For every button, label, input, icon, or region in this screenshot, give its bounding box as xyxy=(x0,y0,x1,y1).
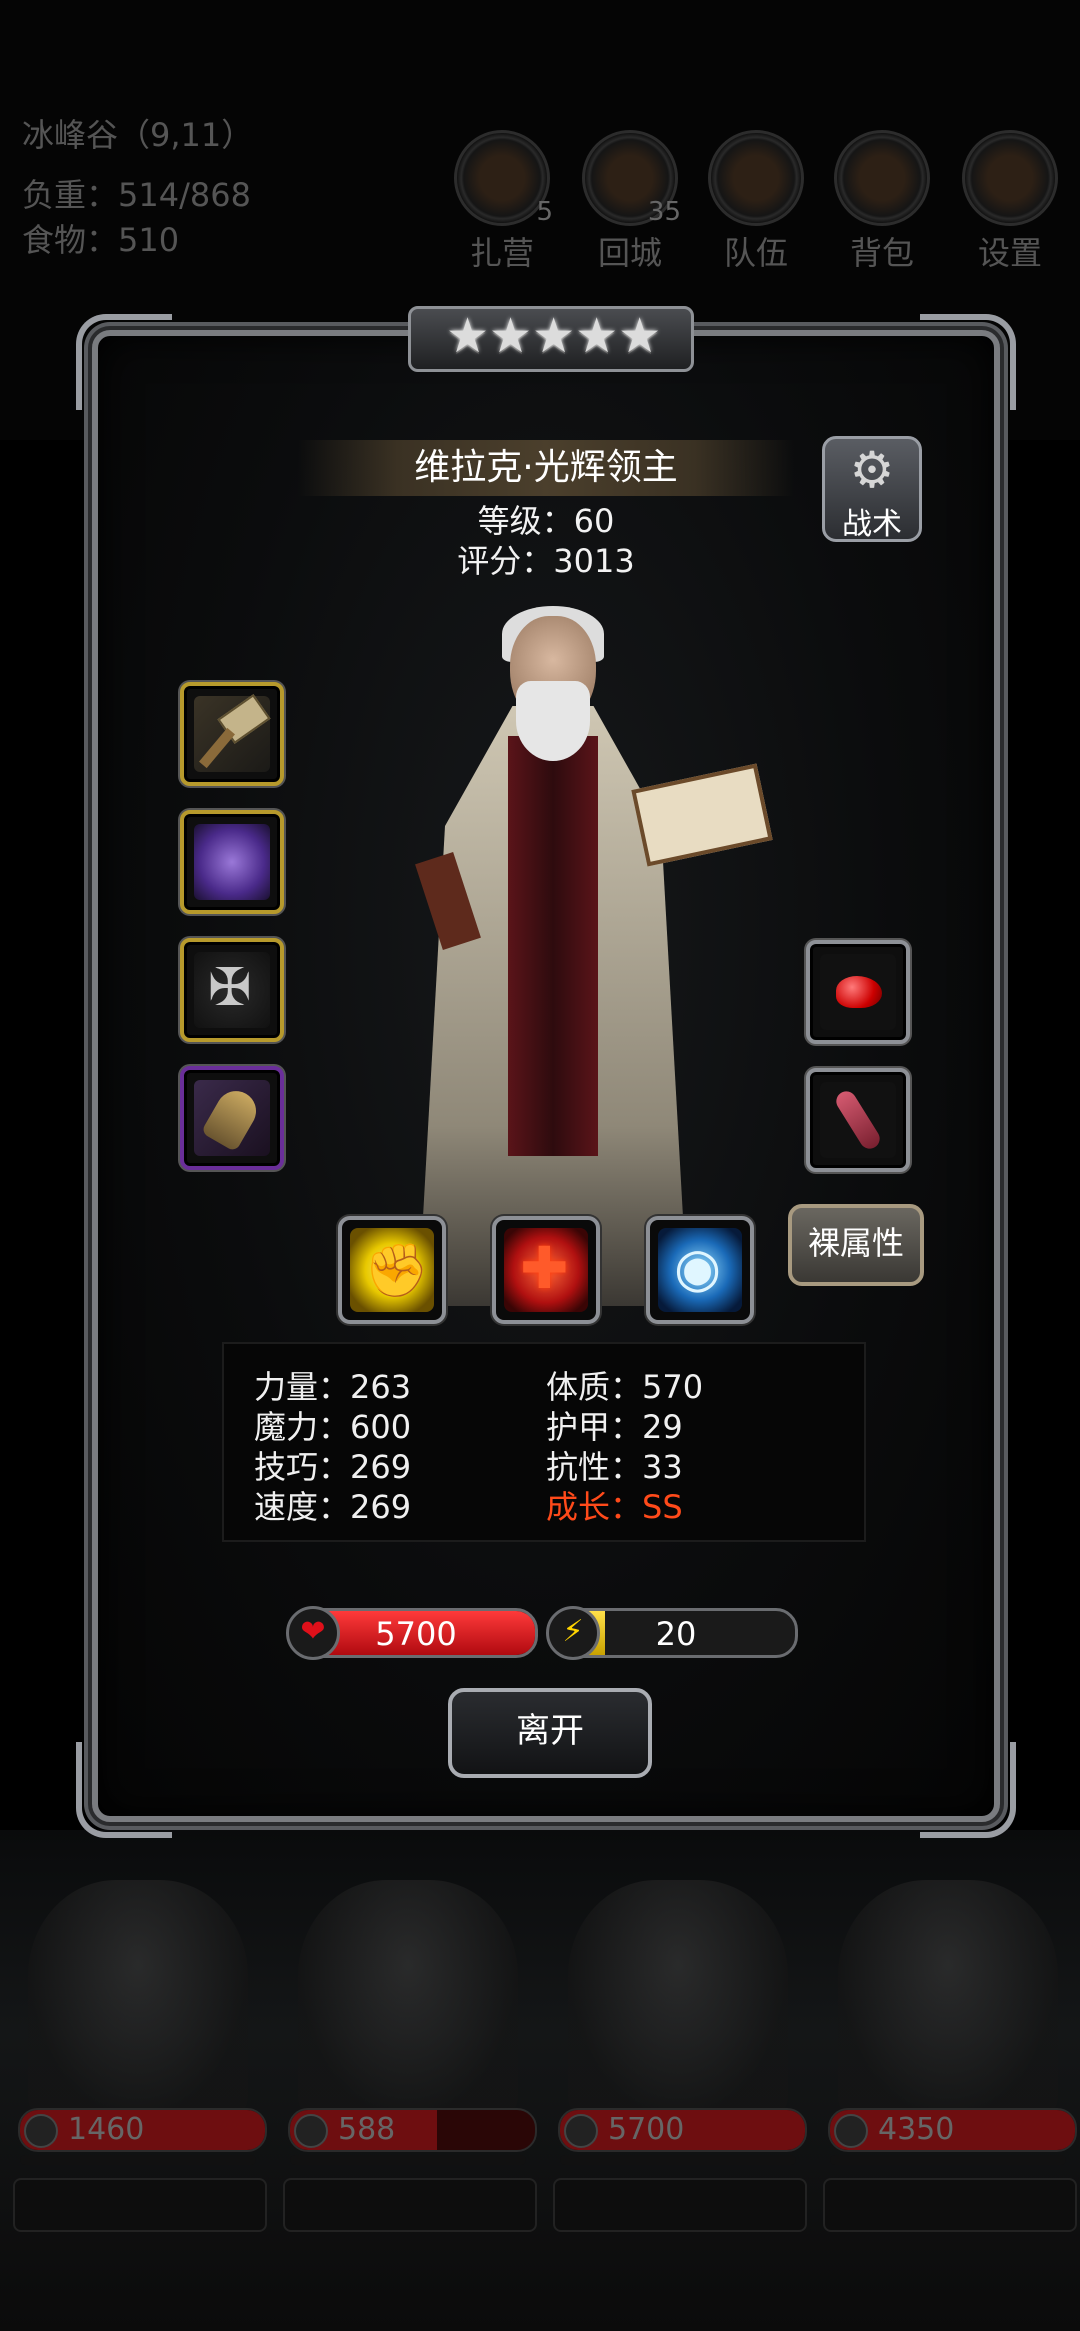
hero-book xyxy=(631,763,773,867)
tactics-button[interactable]: ⚙ 战术 xyxy=(822,436,922,542)
location-text: 冰峰谷（9,11） xyxy=(22,116,254,154)
member-portrait xyxy=(298,1880,518,2120)
member-hp-value: 4350 xyxy=(878,2112,955,2147)
raw-attributes-button[interactable]: 裸属性 xyxy=(788,1204,924,1286)
sword-icon xyxy=(294,2114,328,2148)
settings-label: 设置 xyxy=(977,234,1042,272)
frame-corner xyxy=(76,314,172,410)
member-name-bar xyxy=(283,2178,537,2232)
camp-button[interactable]: 5 扎营 xyxy=(452,130,553,274)
frame-corner xyxy=(920,314,1016,410)
stat-growth: 成长：SS xyxy=(546,1488,683,1526)
gear-icon xyxy=(962,130,1058,226)
skill-slot-3[interactable] xyxy=(646,1216,754,1324)
leave-button[interactable]: 离开 xyxy=(448,1688,652,1778)
member-hp-value: 5700 xyxy=(608,2112,685,2147)
fist-skill-icon xyxy=(350,1228,434,1312)
team-member[interactable]: 1460 xyxy=(8,1880,268,2300)
frame-corner xyxy=(76,1742,172,1838)
chest-armor-icon xyxy=(194,824,270,900)
backpack-button[interactable]: 背包 xyxy=(832,130,932,274)
member-sub-bar xyxy=(20,2155,256,2165)
return-badge: 35 xyxy=(647,197,681,227)
load-text: 负重：514/868 xyxy=(22,176,251,214)
team-button[interactable]: 队伍 xyxy=(706,130,806,274)
equip-slot-gloves[interactable] xyxy=(180,1066,284,1170)
camp-badge: 5 xyxy=(536,197,553,227)
gear-icon: ⚙ xyxy=(849,441,895,499)
member-sub-bar xyxy=(560,2155,796,2165)
member-hp-bar: 588 xyxy=(288,2108,537,2152)
food-text: 食物：510 xyxy=(22,221,180,259)
stats-panel: 力量：263 魔力：600 技巧：269 速度：269 体质：570 护甲：29… xyxy=(222,1342,866,1542)
team-member[interactable]: 588 xyxy=(278,1880,538,2300)
member-name-bar xyxy=(823,2178,1077,2232)
member-hp-bar: 4350 xyxy=(828,2108,1077,2152)
sword-icon xyxy=(564,2114,598,2148)
member-hp-value: 588 xyxy=(338,2112,396,2147)
team-member[interactable]: 5700 xyxy=(548,1880,808,2300)
frame-corner xyxy=(920,1742,1016,1838)
skill-slot-2[interactable] xyxy=(492,1216,600,1324)
warhammer-icon xyxy=(194,696,270,772)
campfire-icon: 5 xyxy=(454,130,553,227)
equip-slot-armor[interactable] xyxy=(180,810,284,914)
stat-speed: 速度：269 xyxy=(254,1488,412,1526)
return-town-button[interactable]: 35 回城 xyxy=(580,130,681,274)
skill-slot-1[interactable] xyxy=(338,1216,446,1324)
tactics-label: 战术 xyxy=(842,507,902,542)
member-portrait xyxy=(28,1880,248,2120)
heal-cross-skill-icon xyxy=(504,1228,588,1312)
member-name-bar xyxy=(13,2178,267,2232)
heart-icon: ❤ xyxy=(286,1606,340,1660)
camp-label: 扎营 xyxy=(469,234,534,272)
member-name-bar xyxy=(553,2178,807,2232)
member-portrait xyxy=(838,1880,1058,2120)
cross-amulet-icon xyxy=(194,952,270,1028)
lightning-icon: ⚡ xyxy=(546,1606,600,1660)
member-hp-bar: 5700 xyxy=(558,2108,807,2152)
settings-button[interactable]: 设置 xyxy=(960,130,1060,274)
meat-icon xyxy=(820,1082,896,1158)
member-sub-bar xyxy=(290,2155,526,2165)
hero-name: 维拉克·光辉领主 xyxy=(298,440,794,496)
hero-portrait xyxy=(398,586,773,1306)
gauntlet-icon xyxy=(194,1080,270,1156)
team-icon xyxy=(708,130,804,226)
sword-icon xyxy=(24,2114,58,2148)
eye-skill-icon xyxy=(658,1228,742,1312)
return-town-label: 回城 xyxy=(597,234,662,272)
backpack-label: 背包 xyxy=(849,234,914,272)
backpack-icon xyxy=(834,130,930,226)
hero-stole xyxy=(508,736,598,1156)
member-portrait xyxy=(568,1880,788,2120)
hero-beard xyxy=(516,681,590,761)
star-icon: ★★★★★ xyxy=(446,308,662,364)
portal-icon: 35 xyxy=(582,130,681,227)
hero-detail-dialog: ★★★★★ 维拉克·光辉领主 等级：60 评分：3013 ⚙ 战术 裸属性 xyxy=(76,306,1016,1838)
team-label: 队伍 xyxy=(723,234,788,272)
star-rating: ★★★★★ xyxy=(446,312,661,360)
sword-icon xyxy=(834,2114,868,2148)
red-gem-icon xyxy=(820,954,896,1030)
team-member[interactable]: 4350 xyxy=(818,1880,1078,2300)
item-slot-2[interactable] xyxy=(806,1068,910,1172)
member-hp-bar: 1460 xyxy=(18,2108,267,2152)
member-hp-value: 1460 xyxy=(68,2112,145,2147)
equip-slot-amulet[interactable] xyxy=(180,938,284,1042)
item-slot-1[interactable] xyxy=(806,940,910,1044)
equip-slot-weapon[interactable] xyxy=(180,682,284,786)
member-sub-bar xyxy=(830,2155,1066,2165)
